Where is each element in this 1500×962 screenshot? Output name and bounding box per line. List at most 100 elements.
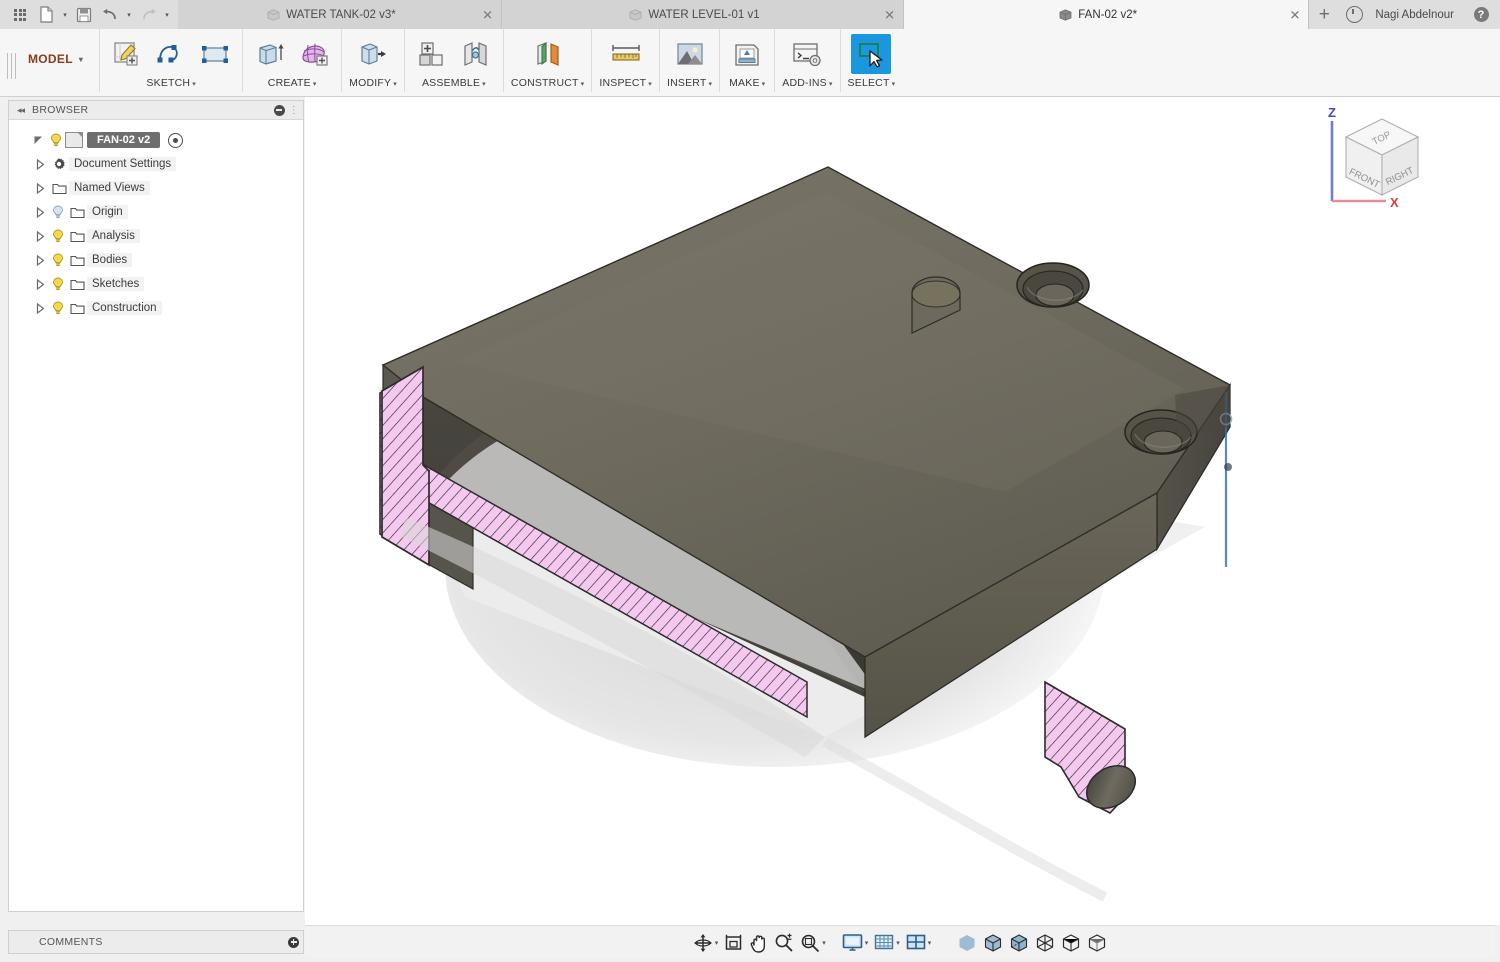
tree-row-construction[interactable]: Construction bbox=[9, 296, 303, 320]
visibility-bulb-icon[interactable] bbox=[49, 253, 67, 267]
workspace-selector[interactable]: MODEL ▾ bbox=[22, 29, 99, 89]
expand-arrow-icon[interactable] bbox=[31, 182, 49, 194]
rectangle-icon[interactable] bbox=[195, 34, 235, 74]
visibility-bulb-icon[interactable] bbox=[49, 205, 67, 219]
pan-tool[interactable] bbox=[746, 930, 771, 956]
create-form-icon[interactable] bbox=[294, 34, 334, 74]
ribbon-group-label-make[interactable]: MAKE ▾ bbox=[729, 77, 765, 92]
wireframe-visible-view[interactable] bbox=[1084, 930, 1110, 956]
activate-component-radio[interactable] bbox=[168, 132, 184, 148]
chevron-down-icon[interactable]: ▾ bbox=[928, 939, 932, 947]
expand-arrow-icon[interactable] bbox=[31, 206, 49, 218]
extrude-icon[interactable] bbox=[250, 34, 290, 74]
expand-arrow-icon[interactable] bbox=[31, 254, 49, 266]
expand-arrow-icon[interactable] bbox=[31, 158, 49, 170]
tree-row-root[interactable]: FAN-02 v2 bbox=[9, 128, 303, 152]
document-tab-0[interactable]: WATER TANK-02 v3* ✕ bbox=[178, 0, 502, 29]
new-component-icon[interactable] bbox=[412, 34, 452, 74]
undo-icon[interactable] bbox=[98, 2, 122, 28]
comments-panel[interactable]: COMMENTS bbox=[8, 930, 304, 954]
fit-tool[interactable]: ▾ bbox=[797, 930, 829, 956]
document-icon bbox=[629, 8, 642, 21]
new-tab-button[interactable]: + bbox=[1309, 0, 1340, 29]
3d-viewport[interactable]: Z X TOP FRONT RIGHT bbox=[305, 97, 1495, 925]
visibility-bulb-icon[interactable] bbox=[49, 229, 67, 243]
folder-icon bbox=[67, 254, 87, 267]
browser-resize-grip[interactable]: ⋮ bbox=[289, 105, 299, 116]
press-pull-icon[interactable] bbox=[353, 34, 393, 74]
visibility-bulb-icon[interactable] bbox=[47, 133, 65, 147]
new-document-icon[interactable] bbox=[34, 2, 58, 28]
save-icon[interactable] bbox=[72, 2, 96, 28]
zoom-tool[interactable] bbox=[771, 930, 797, 956]
redo-icon[interactable] bbox=[136, 2, 160, 28]
3d-print-icon[interactable] bbox=[727, 34, 767, 74]
viewports[interactable]: ▾ bbox=[903, 930, 935, 956]
ribbon-group-select: SELECT ▾ bbox=[839, 29, 903, 92]
counterbore-hole-top bbox=[1016, 262, 1090, 308]
apps-grid-icon[interactable] bbox=[8, 2, 32, 28]
folder-icon bbox=[67, 278, 87, 291]
redo-caret[interactable]: ▾ bbox=[162, 2, 172, 28]
orbit-tool[interactable]: ▾ bbox=[690, 930, 722, 956]
display-settings[interactable]: ▾ bbox=[839, 930, 872, 956]
spline-icon[interactable] bbox=[151, 34, 191, 74]
tree-row-analysis[interactable]: Analysis bbox=[9, 224, 303, 248]
add-comment-icon[interactable] bbox=[288, 936, 299, 948]
visibility-bulb-icon[interactable] bbox=[49, 301, 67, 315]
new-document-caret[interactable]: ▾ bbox=[60, 2, 70, 28]
fusion360-window: ▾ ▾ ▾ WATER TANK-02 v3* ✕ WATER LEVEL-01… bbox=[0, 0, 1500, 962]
insert-image-icon[interactable] bbox=[670, 34, 710, 74]
create-sketch-icon[interactable] bbox=[107, 34, 147, 74]
view-cube[interactable]: Z X TOP FRONT RIGHT bbox=[1308, 99, 1433, 219]
expand-arrow-icon[interactable] bbox=[31, 230, 49, 242]
ribbon-group-label-assemble[interactable]: ASSEMBLE ▾ bbox=[422, 77, 486, 92]
document-tab-close-icon[interactable]: ✕ bbox=[1289, 8, 1300, 21]
ribbon-group-label-inspect[interactable]: INSPECT ▾ bbox=[599, 77, 652, 92]
wireframe-view[interactable] bbox=[1032, 930, 1058, 956]
grid-snaps[interactable]: ▾ bbox=[871, 930, 903, 956]
ribbon-group-label-sketch[interactable]: SKETCH ▾ bbox=[146, 77, 196, 92]
ribbon-group-label-addins[interactable]: ADD-INS ▾ bbox=[782, 77, 832, 92]
chevron-down-icon[interactable]: ▾ bbox=[896, 939, 900, 947]
wireframe-hidden-view[interactable] bbox=[1058, 930, 1084, 956]
select-tool-icon[interactable] bbox=[851, 34, 892, 74]
measure-icon[interactable] bbox=[606, 34, 646, 74]
ribbon-group-construct: CONSTRUCT ▾ bbox=[502, 29, 591, 92]
chevron-down-icon[interactable]: ▾ bbox=[822, 939, 826, 947]
tree-row-named-views[interactable]: Named Views bbox=[9, 176, 303, 200]
offset-plane-icon[interactable] bbox=[528, 34, 568, 74]
visibility-bulb-icon[interactable] bbox=[49, 277, 67, 291]
document-tab-1[interactable]: WATER LEVEL-01 v1 ✕ bbox=[502, 0, 904, 29]
chevron-down-icon[interactable]: ▾ bbox=[715, 939, 719, 947]
shaded-edges-view[interactable] bbox=[980, 930, 1006, 956]
ribbon-group-label-select[interactable]: SELECT ▾ bbox=[848, 77, 896, 92]
tree-row-origin[interactable]: Origin bbox=[9, 200, 303, 224]
ribbon-group-label-create[interactable]: CREATE ▾ bbox=[268, 77, 317, 92]
expand-arrow-icon[interactable] bbox=[31, 302, 49, 314]
browser-collapse-icon[interactable]: ◂◂ bbox=[17, 105, 25, 116]
job-status-clock-icon[interactable] bbox=[1339, 0, 1369, 29]
undo-caret[interactable]: ▾ bbox=[124, 2, 134, 28]
tree-row-document-settings[interactable]: Document Settings bbox=[9, 152, 303, 176]
browser-collapse-all-icon[interactable] bbox=[273, 104, 285, 116]
expand-arrow-icon[interactable] bbox=[31, 278, 49, 290]
document-tab-close-icon[interactable]: ✕ bbox=[884, 8, 895, 21]
document-tab-2[interactable]: FAN-02 v2* ✕ bbox=[904, 0, 1310, 29]
document-tab-label: FAN-02 v2* bbox=[1078, 8, 1138, 21]
help-icon[interactable]: ? bbox=[1466, 0, 1496, 29]
user-name-label[interactable]: Nagi Abdelnour bbox=[1369, 9, 1466, 21]
document-tab-close-icon[interactable]: ✕ bbox=[482, 8, 493, 21]
tree-row-bodies[interactable]: Bodies bbox=[9, 248, 303, 272]
ribbon-group-label-insert[interactable]: INSERT ▾ bbox=[667, 77, 712, 92]
expand-arrow-icon[interactable] bbox=[29, 135, 47, 146]
shaded-view[interactable] bbox=[954, 930, 980, 956]
shaded-hidden-edges-view[interactable] bbox=[1006, 930, 1032, 956]
look-at-tool[interactable] bbox=[721, 930, 746, 956]
joint-icon[interactable] bbox=[456, 34, 496, 74]
ribbon-group-label-modify[interactable]: MODIFY ▾ bbox=[349, 77, 397, 92]
ribbon-group-label-construct[interactable]: CONSTRUCT ▾ bbox=[511, 77, 584, 92]
tree-row-sketches[interactable]: Sketches bbox=[9, 272, 303, 296]
scripts-addins-icon[interactable] bbox=[787, 34, 827, 74]
chevron-down-icon[interactable]: ▾ bbox=[865, 939, 869, 947]
